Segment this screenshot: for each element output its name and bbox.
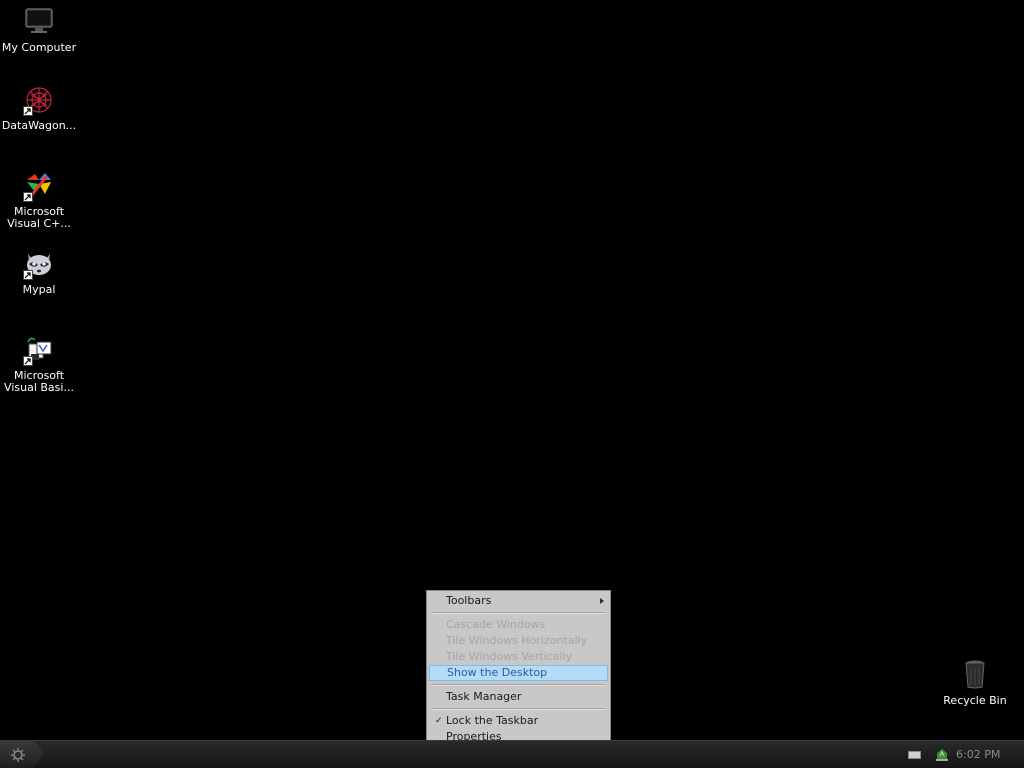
keyboard-icon[interactable]: [908, 751, 921, 759]
menu-separator: [431, 612, 606, 614]
menu-item-toolbars[interactable]: Toolbars: [429, 593, 608, 609]
system-tray: 6:02 PM: [904, 741, 1024, 768]
menu-item-lock-taskbar[interactable]: ✓ Lock the Taskbar: [429, 713, 608, 729]
menu-item-label: Cascade Windows: [446, 618, 546, 631]
visual-cpp-icon: [23, 170, 55, 202]
raccoon-icon: [23, 248, 55, 280]
desktop-icon-datawagon[interactable]: DataWagon...: [0, 84, 78, 132]
start-orb-icon: [11, 748, 25, 762]
desktop-icon-label: Mypal: [22, 283, 56, 296]
menu-item-label: Lock the Taskbar: [446, 714, 539, 727]
monitor-icon: [23, 6, 55, 38]
submenu-arrow-icon: [600, 598, 604, 604]
trash-can-icon: [959, 658, 991, 690]
menu-item-tile-vertically: Tile Windows Vertically: [429, 649, 608, 665]
menu-item-label: Task Manager: [446, 690, 522, 703]
desktop-icon-recycle-bin[interactable]: Recycle Bin: [936, 658, 1014, 707]
shortcut-arrow-icon: [23, 356, 33, 366]
menu-item-cascade-windows: Cascade Windows: [429, 617, 608, 633]
menu-item-label: Show the Desktop: [447, 666, 548, 679]
desktop-icon-label: Microsoft Visual Basi...: [4, 369, 74, 394]
shortcut-arrow-icon: [23, 270, 33, 280]
desktop-icon-my-computer[interactable]: My Computer: [0, 6, 78, 54]
visual-basic-icon: [23, 334, 55, 366]
start-button[interactable]: [0, 741, 44, 768]
menu-item-show-desktop[interactable]: Show the Desktop: [429, 665, 608, 681]
red-flower-icon: [23, 84, 55, 116]
menu-item-tile-horizontally: Tile Windows Horizontally: [429, 633, 608, 649]
menu-item-label: Toolbars: [446, 594, 492, 607]
shortcut-arrow-icon: [23, 106, 33, 116]
taskbar-clock[interactable]: 6:02 PM: [956, 748, 1000, 761]
menu-item-task-manager[interactable]: Task Manager: [429, 689, 608, 705]
checkmark-icon: ✓: [435, 716, 443, 726]
menu-separator: [431, 684, 606, 686]
menu-item-label: Tile Windows Horizontally: [446, 634, 588, 647]
desktop-icon-label: DataWagon...: [1, 119, 77, 132]
desktop-icon-label: My Computer: [1, 41, 77, 54]
desktop[interactable]: My Computer DataWagon... Microsoft Visua…: [0, 0, 1024, 768]
desktop-icon-visual-basic[interactable]: Microsoft Visual Basi...: [0, 334, 78, 394]
desktop-icon-label: Microsoft Visual C+...: [7, 205, 71, 230]
desktop-icon-visual-cpp[interactable]: Microsoft Visual C+...: [0, 170, 78, 230]
desktop-icon-mypal[interactable]: Mypal: [0, 248, 78, 296]
network-icon[interactable]: [934, 746, 950, 766]
taskbar[interactable]: 6:02 PM: [0, 740, 1024, 768]
menu-separator: [431, 708, 606, 710]
taskbar-context-menu[interactable]: Toolbars Cascade Windows Tile Windows Ho…: [426, 590, 611, 751]
menu-item-label: Tile Windows Vertically: [446, 650, 573, 663]
shortcut-arrow-icon: [23, 192, 33, 202]
recycle-bin-label: Recycle Bin: [943, 694, 1007, 707]
